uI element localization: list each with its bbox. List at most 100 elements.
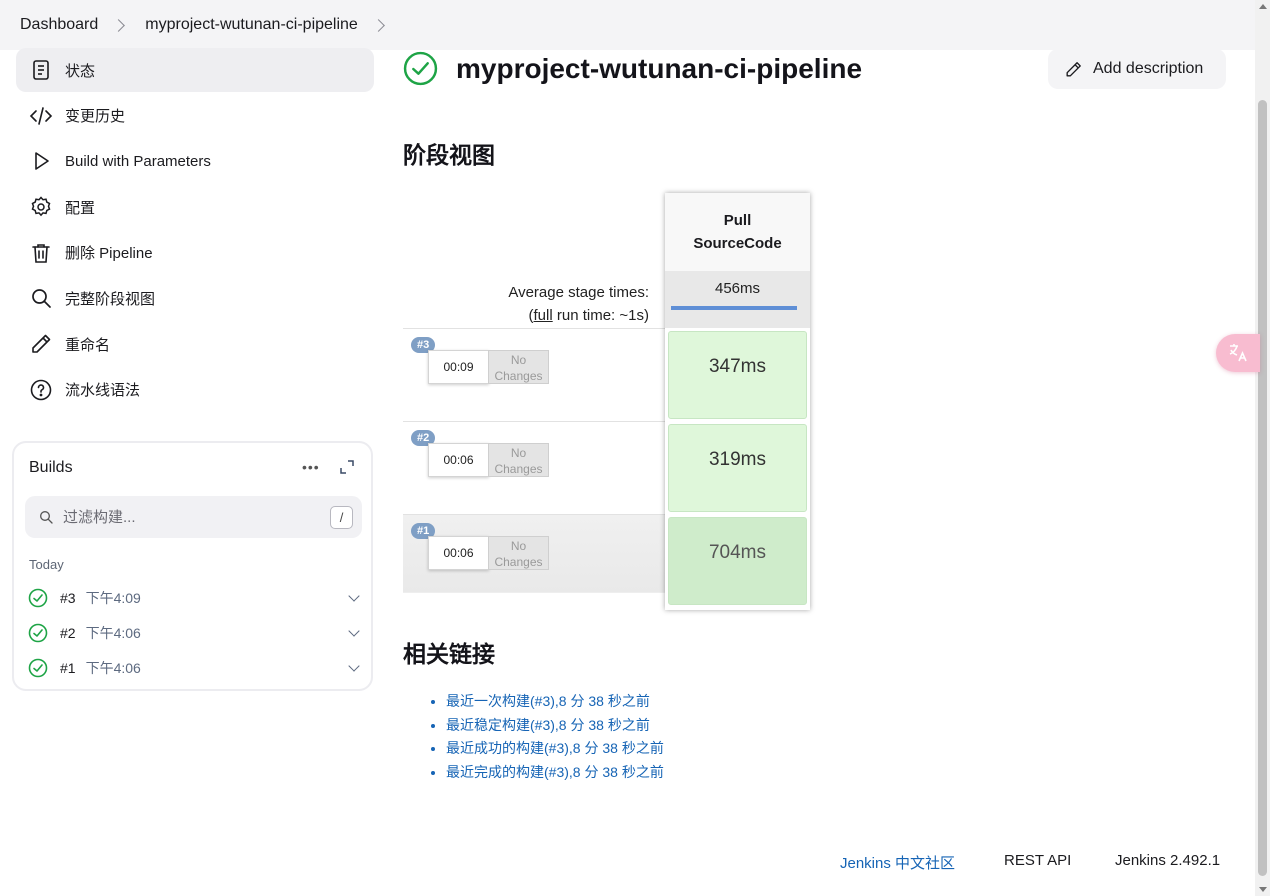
expand-icon[interactable] <box>340 460 354 474</box>
last-successful-build-link[interactable]: 最近成功的构建(#3),8 分 38 秒之前 <box>446 740 664 756</box>
scroll-thumb[interactable] <box>1258 100 1267 876</box>
builds-filter-field[interactable]: / <box>25 496 362 538</box>
build-number[interactable]: #3 <box>60 590 76 606</box>
more-options-icon[interactable]: ••• <box>302 459 320 475</box>
chevron-right-icon <box>112 18 126 32</box>
chevron-down-icon[interactable] <box>348 660 360 672</box>
sidebar-item-label: 重命名 <box>65 336 111 354</box>
builds-title: Builds <box>29 459 73 476</box>
stage-average: 456ms <box>665 271 810 328</box>
footer-community-link[interactable]: Jenkins 中文社区 <box>840 852 955 873</box>
add-description-label: Add description <box>1093 60 1204 77</box>
gear-icon <box>29 195 53 219</box>
sidebar-item-pipeline-syntax[interactable]: 流水线语法 <box>16 368 374 412</box>
build-row-3[interactable]: #3 下午4:09 <box>28 583 360 613</box>
translate-icon[interactable] <box>1216 334 1260 372</box>
list-item: 最近成功的构建(#3),8 分 38 秒之前 <box>446 737 664 761</box>
list-item: 最近稳定构建(#3),8 分 38 秒之前 <box>446 714 664 738</box>
list-item: 最近完成的构建(#3),8 分 38 秒之前 <box>446 761 664 785</box>
chevron-down-icon[interactable] <box>348 590 360 602</box>
success-check-icon <box>403 51 438 86</box>
run-changes: No Changes <box>488 443 549 477</box>
sidebar-item-rename[interactable]: 重命名 <box>16 322 374 366</box>
build-time[interactable]: 下午4:06 <box>86 658 141 678</box>
stage-average-time: 456ms <box>714 280 761 297</box>
stage-run-row[interactable]: #3 00:09 No Changes <box>403 328 665 420</box>
run-duration: 00:06 <box>428 443 489 477</box>
build-row-2[interactable]: #2 下午4:06 <box>28 618 360 648</box>
footer-version[interactable]: Jenkins 2.492.1 <box>1115 852 1220 869</box>
last-build-link[interactable]: 最近一次构建(#3),8 分 38 秒之前 <box>446 693 650 709</box>
build-number[interactable]: #2 <box>60 625 76 641</box>
related-links-list: 最近一次构建(#3),8 分 38 秒之前 最近稳定构建(#3),8 分 38 … <box>426 690 664 784</box>
stage-run-row[interactable]: #1 00:06 No Changes <box>403 514 665 592</box>
run-changes: No Changes <box>488 350 549 384</box>
page-title: myproject-wutunan-ci-pipeline <box>456 52 863 84</box>
related-links-heading: 相关链接 <box>403 641 495 667</box>
stage-view: Average stage times: (full run time: ~1s… <box>403 193 813 613</box>
stage-cell[interactable]: 319ms <box>668 424 807 512</box>
sidebar-item-delete-pipeline[interactable]: 删除 Pipeline <box>16 231 374 275</box>
build-time[interactable]: 下午4:06 <box>86 623 141 643</box>
add-description-button[interactable]: Add description <box>1048 49 1226 89</box>
builds-panel: Builds ••• / Today #3 下午4:09 #2 下午4:06 #… <box>12 441 373 691</box>
avg-label-line2: (full run time: ~1s) <box>403 304 649 327</box>
full-run-time-link[interactable]: full <box>534 307 553 324</box>
build-time[interactable]: 下午4:09 <box>86 588 141 608</box>
list-item: 最近一次构建(#3),8 分 38 秒之前 <box>446 690 664 714</box>
run-changes: No Changes <box>488 536 549 570</box>
stage-name: Pull SourceCode <box>665 193 810 271</box>
chevron-down-icon[interactable] <box>348 625 360 637</box>
vertical-scrollbar[interactable] <box>1255 0 1270 896</box>
pencil-icon <box>1066 61 1081 77</box>
run-duration: 00:06 <box>428 536 489 570</box>
breadcrumb-project[interactable]: myproject-wutunan-ci-pipeline <box>145 16 358 34</box>
stage-run-row-spacer <box>403 592 665 606</box>
stage-cell[interactable]: 347ms <box>668 331 807 419</box>
success-check-icon <box>28 658 48 678</box>
code-icon <box>29 104 53 128</box>
keyboard-shortcut-hint: / <box>330 506 353 529</box>
stage-column: Pull SourceCode 456ms 347ms 319ms 704ms <box>665 193 810 610</box>
sidebar-item-configure[interactable]: 配置 <box>16 185 374 229</box>
play-icon <box>29 149 53 173</box>
sidebar-item-label: Build with Parameters <box>65 152 211 170</box>
sidebar-item-status[interactable]: 状态 <box>16 48 374 92</box>
builds-group-label: Today <box>29 557 64 572</box>
sidebar-item-full-stage-view[interactable]: 完整阶段视图 <box>16 276 374 320</box>
sidebar-item-label: 删除 Pipeline <box>65 245 153 263</box>
build-number[interactable]: #1 <box>60 660 76 676</box>
average-stage-times-label: Average stage times: (full run time: ~1s… <box>403 281 649 327</box>
last-completed-build-link[interactable]: 最近完成的构建(#3),8 分 38 秒之前 <box>446 764 664 780</box>
stage-cell[interactable]: 704ms <box>668 517 807 605</box>
builds-filter-input[interactable] <box>63 508 313 526</box>
avg-label-line1: Average stage times: <box>508 284 649 301</box>
help-icon <box>29 378 53 402</box>
sidebar-item-build-with-parameters[interactable]: Build with Parameters <box>16 139 374 183</box>
sidebar-item-label: 流水线语法 <box>65 382 141 400</box>
page-header: myproject-wutunan-ci-pipeline <box>403 51 862 86</box>
document-icon <box>29 58 53 82</box>
sidebar-item-changes[interactable]: 变更历史 <box>16 94 374 138</box>
sidebar-item-label: 配置 <box>65 199 96 217</box>
stage-run-row[interactable]: #2 00:06 No Changes <box>403 421 665 513</box>
sidebar-item-label: 变更历史 <box>65 108 126 126</box>
chevron-right-icon[interactable] <box>371 18 385 32</box>
search-icon <box>40 511 53 524</box>
run-duration: 00:09 <box>428 350 489 384</box>
success-check-icon <box>28 588 48 608</box>
build-row-1[interactable]: #1 下午4:06 <box>28 653 360 683</box>
sidebar-item-label: 完整阶段视图 <box>65 290 156 308</box>
scroll-up-arrow[interactable] <box>1259 4 1267 9</box>
breadcrumb: Dashboard myproject-wutunan-ci-pipeline <box>0 0 1255 50</box>
stage-view-heading: 阶段视图 <box>403 142 495 168</box>
footer-rest-api-link[interactable]: REST API <box>1004 852 1071 869</box>
last-stable-build-link[interactable]: 最近稳定构建(#3),8 分 38 秒之前 <box>446 717 650 733</box>
sidebar-item-label: 状态 <box>65 62 96 80</box>
pencil-icon <box>29 332 53 356</box>
breadcrumb-dashboard[interactable]: Dashboard <box>20 16 98 34</box>
stage-average-bar <box>671 306 797 310</box>
search-icon <box>29 286 53 310</box>
avg-label-rest: run time: ~1s) <box>552 307 649 324</box>
scroll-down-arrow[interactable] <box>1259 887 1267 892</box>
